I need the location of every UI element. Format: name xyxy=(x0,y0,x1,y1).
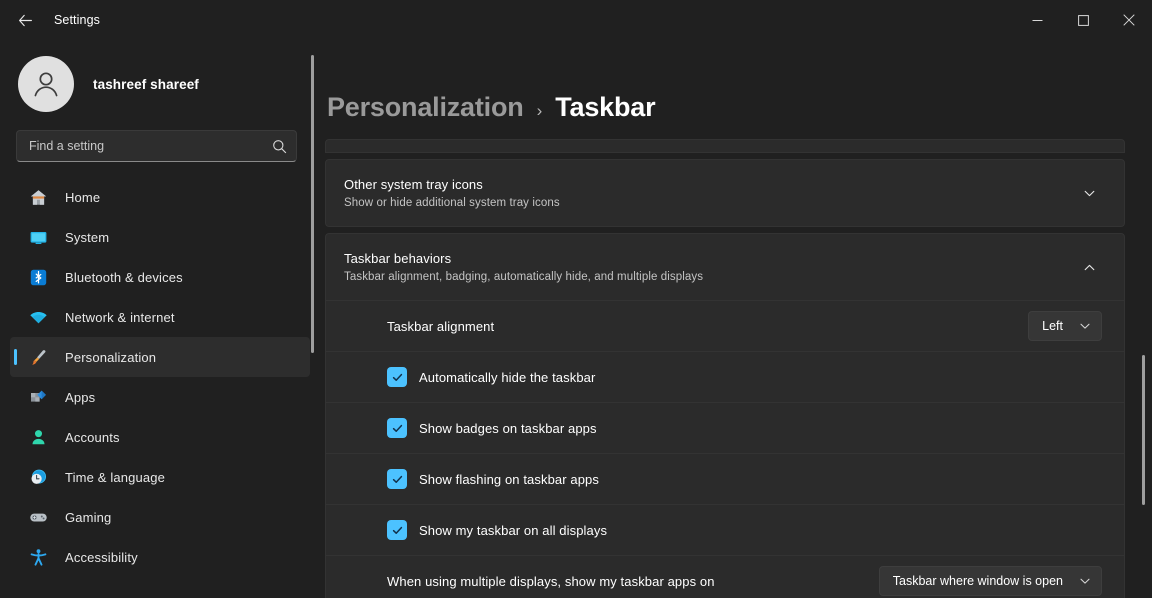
sidebar-item-apps[interactable]: Apps xyxy=(10,377,310,417)
sidebar-item-system[interactable]: System xyxy=(10,217,310,257)
sidebar-item-label: Personalization xyxy=(65,350,156,365)
card-title: Other system tray icons xyxy=(344,177,1076,192)
avatar xyxy=(18,56,74,112)
sidebar-item-home[interactable]: Home xyxy=(10,177,310,217)
check-icon xyxy=(391,422,404,435)
back-button[interactable] xyxy=(8,5,42,35)
sidebar-item-label: System xyxy=(65,230,109,245)
minimize-icon xyxy=(1032,15,1043,26)
row-taskbar-alignment: Taskbar alignment Left xyxy=(326,300,1124,351)
check-icon xyxy=(391,473,404,486)
search-box[interactable] xyxy=(16,130,297,162)
paintbrush-icon xyxy=(28,347,48,367)
settings-window: Settings xyxy=(0,0,1152,598)
apps-icon xyxy=(28,387,48,407)
sidebar-item-label: Network & internet xyxy=(65,310,175,325)
monitor-icon xyxy=(28,227,48,247)
user-avatar-icon xyxy=(28,66,64,102)
row-label: When using multiple displays, show my ta… xyxy=(387,574,879,589)
sidebar-scrollbar[interactable] xyxy=(311,55,314,440)
multiple-displays-dropdown[interactable]: Taskbar where window is open xyxy=(879,566,1102,596)
back-arrow-icon xyxy=(17,12,34,29)
card-subtitle: Taskbar alignment, badging, automaticall… xyxy=(344,271,1076,283)
dropdown-value: Left xyxy=(1042,319,1063,333)
row-show-flashing[interactable]: Show flashing on taskbar apps xyxy=(326,453,1124,504)
sidebar-item-personalization[interactable]: Personalization xyxy=(10,337,310,377)
card-header[interactable]: Other system tray icons Show or hide add… xyxy=(326,160,1124,226)
minimize-button[interactable] xyxy=(1014,0,1060,40)
card-other-system-tray-icons[interactable]: Other system tray icons Show or hide add… xyxy=(325,159,1125,227)
sidebar-item-network-internet[interactable]: Network & internet xyxy=(10,297,310,337)
account-icon xyxy=(28,427,48,447)
breadcrumb: Personalization › Taskbar xyxy=(320,40,1152,123)
check-icon xyxy=(391,371,404,384)
sidebar-item-label: Home xyxy=(65,190,100,205)
sidebar-item-accessibility[interactable]: Accessibility xyxy=(10,537,310,577)
search-input[interactable] xyxy=(29,139,271,153)
breadcrumb-current: Taskbar xyxy=(555,92,655,123)
content-pane: Personalization › Taskbar Other system t… xyxy=(320,40,1152,598)
sidebar-item-label: Accounts xyxy=(65,430,120,445)
checkbox-show-badges[interactable] xyxy=(387,418,407,438)
sidebar-item-time-language[interactable]: Time & language xyxy=(10,457,310,497)
chevron-down-icon xyxy=(1079,575,1091,587)
sidebar-item-label: Apps xyxy=(65,390,95,405)
row-label: Show my taskbar on all displays xyxy=(419,523,607,538)
profile-name: tashreef shareef xyxy=(93,77,199,92)
app-title: Settings xyxy=(54,13,100,27)
checkbox-automatically-hide-taskbar[interactable] xyxy=(387,367,407,387)
row-label: Show flashing on taskbar apps xyxy=(419,472,599,487)
settings-scroll-area: Other system tray icons Show or hide add… xyxy=(320,139,1152,598)
row-label: Automatically hide the taskbar xyxy=(419,370,595,385)
card-taskbar-behaviors[interactable]: Taskbar behaviors Taskbar alignment, bad… xyxy=(325,233,1125,598)
checkbox-show-on-all-displays[interactable] xyxy=(387,520,407,540)
chevron-down-icon[interactable] xyxy=(1076,187,1102,200)
row-show-on-all-displays[interactable]: Show my taskbar on all displays xyxy=(326,504,1124,555)
search-icon[interactable] xyxy=(271,139,287,154)
close-icon xyxy=(1123,14,1135,26)
row-automatically-hide-taskbar[interactable]: Automatically hide the taskbar xyxy=(326,351,1124,402)
home-icon xyxy=(28,187,48,207)
row-show-badges[interactable]: Show badges on taskbar apps xyxy=(326,402,1124,453)
dropdown-value: Taskbar where window is open xyxy=(893,574,1063,588)
profile-block[interactable]: tashreef shareef xyxy=(0,40,320,118)
check-icon xyxy=(391,524,404,537)
maximize-button[interactable] xyxy=(1060,0,1106,40)
sidebar-item-label: Bluetooth & devices xyxy=(65,270,183,285)
row-multiple-displays-apps: When using multiple displays, show my ta… xyxy=(326,555,1124,598)
checkbox-show-flashing[interactable] xyxy=(387,469,407,489)
sidebar-item-bluetooth-devices[interactable]: Bluetooth & devices xyxy=(10,257,310,297)
title-bar: Settings xyxy=(0,0,1152,40)
breadcrumb-separator-icon: › xyxy=(537,101,543,121)
sidebar-item-label: Time & language xyxy=(65,470,165,485)
row-label: Show badges on taskbar apps xyxy=(419,421,597,436)
partial-card-above[interactable] xyxy=(325,139,1125,153)
sidebar-item-gaming[interactable]: Gaming xyxy=(10,497,310,537)
sidebar-item-label: Accessibility xyxy=(65,550,138,565)
chevron-up-icon[interactable] xyxy=(1076,261,1102,274)
row-label: Taskbar alignment xyxy=(387,319,1028,334)
card-subtitle: Show or hide additional system tray icon… xyxy=(344,197,1076,209)
sidebar-item-label: Gaming xyxy=(65,510,111,525)
sidebar-nav: Home System Bluetooth & devices xyxy=(0,177,320,577)
card-header[interactable]: Taskbar behaviors Taskbar alignment, bad… xyxy=(326,234,1124,300)
bluetooth-icon xyxy=(28,267,48,287)
close-button[interactable] xyxy=(1106,0,1152,40)
sidebar: tashreef shareef Home xyxy=(0,40,320,598)
sidebar-item-accounts[interactable]: Accounts xyxy=(10,417,310,457)
chevron-down-icon xyxy=(1079,320,1091,332)
sidebar-scrollbar-thumb[interactable] xyxy=(311,55,314,353)
breadcrumb-parent[interactable]: Personalization xyxy=(327,92,524,123)
window-body: tashreef shareef Home xyxy=(0,40,1152,598)
wifi-icon xyxy=(28,307,48,327)
card-title: Taskbar behaviors xyxy=(344,251,1076,266)
gamepad-icon xyxy=(28,507,48,527)
accessibility-icon xyxy=(28,547,48,567)
content-scrollbar-thumb[interactable] xyxy=(1142,355,1145,505)
clock-icon xyxy=(28,467,48,487)
content-scrollbar[interactable] xyxy=(1142,40,1145,598)
maximize-icon xyxy=(1078,15,1089,26)
window-controls xyxy=(1014,0,1152,40)
taskbar-alignment-dropdown[interactable]: Left xyxy=(1028,311,1102,341)
